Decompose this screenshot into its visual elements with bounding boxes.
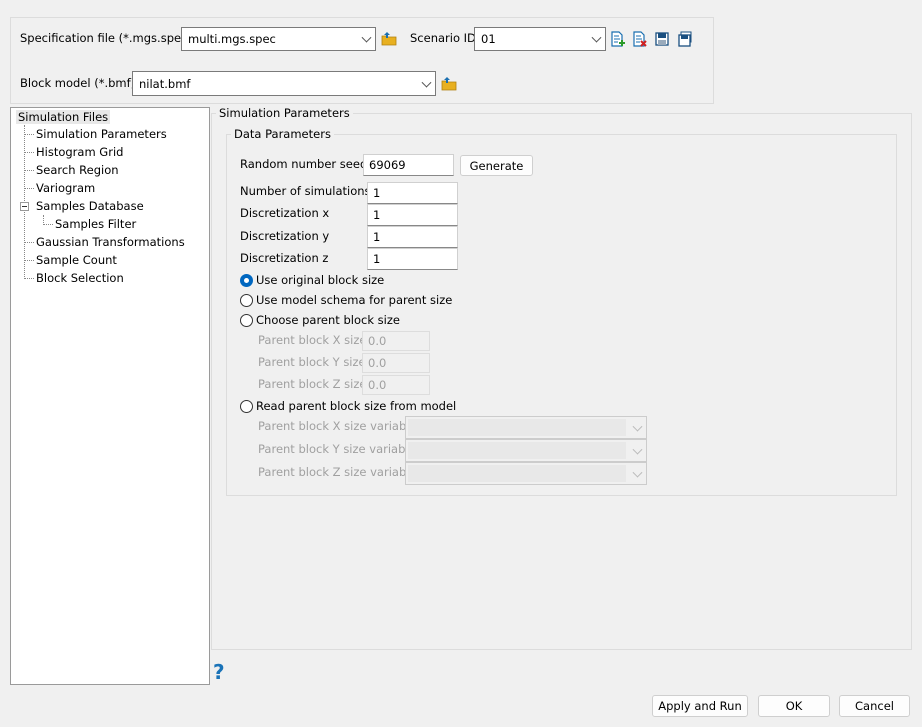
parent-y-input[interactable]: 0.0 [362, 353, 430, 373]
tree-item-simulation-files[interactable]: Simulation Files [16, 110, 111, 124]
navigation-tree[interactable]: Simulation Files Simulation Parameters H… [10, 107, 210, 685]
generate-button[interactable]: Generate [460, 155, 533, 176]
chevron-down-icon [591, 32, 602, 43]
var-z-label: Parent block Z size variable [258, 465, 417, 479]
apply-and-run-button[interactable]: Apply and Run [652, 695, 748, 717]
var-z-combo[interactable] [405, 462, 647, 485]
radio-label: Read parent block size from model [256, 399, 457, 413]
tree-item-block-selection[interactable]: Block Selection [36, 271, 124, 285]
scenario-id-label: Scenario ID [410, 31, 476, 45]
var-y-combo[interactable] [405, 439, 647, 462]
seed-label: Random number seed [240, 157, 368, 171]
tree-item-histogram-grid[interactable]: Histogram Grid [36, 145, 123, 159]
radio-choose-parent-size[interactable] [240, 314, 253, 327]
help-icon[interactable]: ? [213, 660, 225, 684]
nsim-input[interactable]: 1 [367, 182, 458, 204]
var-x-label: Parent block X size variable [258, 419, 417, 433]
block-model-combo[interactable]: nilat.bmf [132, 71, 436, 96]
spec-file-combo[interactable]: multi.mgs.spec [181, 27, 376, 51]
block-model-value: nilat.bmf [139, 76, 191, 91]
radio-label: Use original block size [256, 273, 385, 287]
parent-z-label: Parent block Z size [258, 377, 367, 391]
tree-item-search-region[interactable]: Search Region [36, 163, 119, 177]
add-scenario-icon[interactable] [610, 31, 626, 47]
ok-button[interactable]: OK [758, 695, 830, 717]
chevron-down-icon [421, 77, 432, 88]
folder-open-icon[interactable] [381, 31, 397, 47]
chevron-down-icon [632, 467, 643, 478]
disc-y-label: Discretization y [240, 229, 330, 243]
disc-z-label: Discretization z [240, 251, 329, 265]
spec-file-value: multi.mgs.spec [188, 32, 276, 46]
folder-open-icon[interactable] [441, 76, 457, 92]
parent-x-input[interactable]: 0.0 [362, 331, 430, 351]
disc-y-input[interactable]: 1 [367, 226, 458, 248]
parent-z-input[interactable]: 0.0 [362, 375, 430, 395]
parent-y-label: Parent block Y size [258, 355, 366, 369]
chevron-down-icon [632, 421, 643, 432]
group-title: Simulation Parameters [216, 106, 353, 120]
cancel-button[interactable]: Cancel [839, 695, 910, 717]
radio-label: Choose parent block size [256, 313, 400, 327]
tree-item-samples-database[interactable]: Samples Database [36, 199, 144, 213]
disc-z-input[interactable]: 1 [367, 248, 458, 270]
tree-item-gaussian-transformations[interactable]: Gaussian Transformations [36, 235, 185, 249]
tree-item-variogram[interactable]: Variogram [36, 181, 95, 195]
seed-input[interactable]: 69069 [363, 154, 454, 176]
collapse-icon[interactable] [20, 202, 29, 211]
radio-read-from-model[interactable] [240, 400, 253, 413]
nsim-label: Number of simulations [240, 184, 371, 198]
disc-x-input[interactable]: 1 [367, 204, 458, 226]
tree-item-sample-count[interactable]: Sample Count [36, 253, 117, 267]
scenario-id-combo[interactable]: 01 [474, 27, 606, 51]
var-x-combo[interactable] [405, 416, 647, 439]
radio-original-block-size[interactable] [240, 274, 253, 287]
radio-model-schema[interactable] [240, 294, 253, 307]
block-model-label: Block model (*.bmf) [20, 76, 136, 90]
save-as-icon[interactable] [677, 31, 693, 47]
chevron-down-icon [361, 32, 372, 43]
scenario-id-value: 01 [481, 32, 496, 46]
radio-label: Use model schema for parent size [256, 293, 453, 307]
disc-x-label: Discretization x [240, 206, 330, 220]
parent-x-label: Parent block X size [258, 333, 367, 347]
data-group-title: Data Parameters [231, 127, 334, 141]
delete-scenario-icon[interactable] [632, 31, 648, 47]
tree-item-samples-filter[interactable]: Samples Filter [55, 217, 136, 231]
tree-item-simulation-parameters[interactable]: Simulation Parameters [36, 127, 167, 141]
spec-file-label: Specification file (*.mgs.spec) [20, 31, 192, 45]
save-icon[interactable] [654, 31, 670, 47]
var-y-label: Parent block Y size variable [258, 442, 416, 456]
chevron-down-icon [632, 444, 643, 455]
